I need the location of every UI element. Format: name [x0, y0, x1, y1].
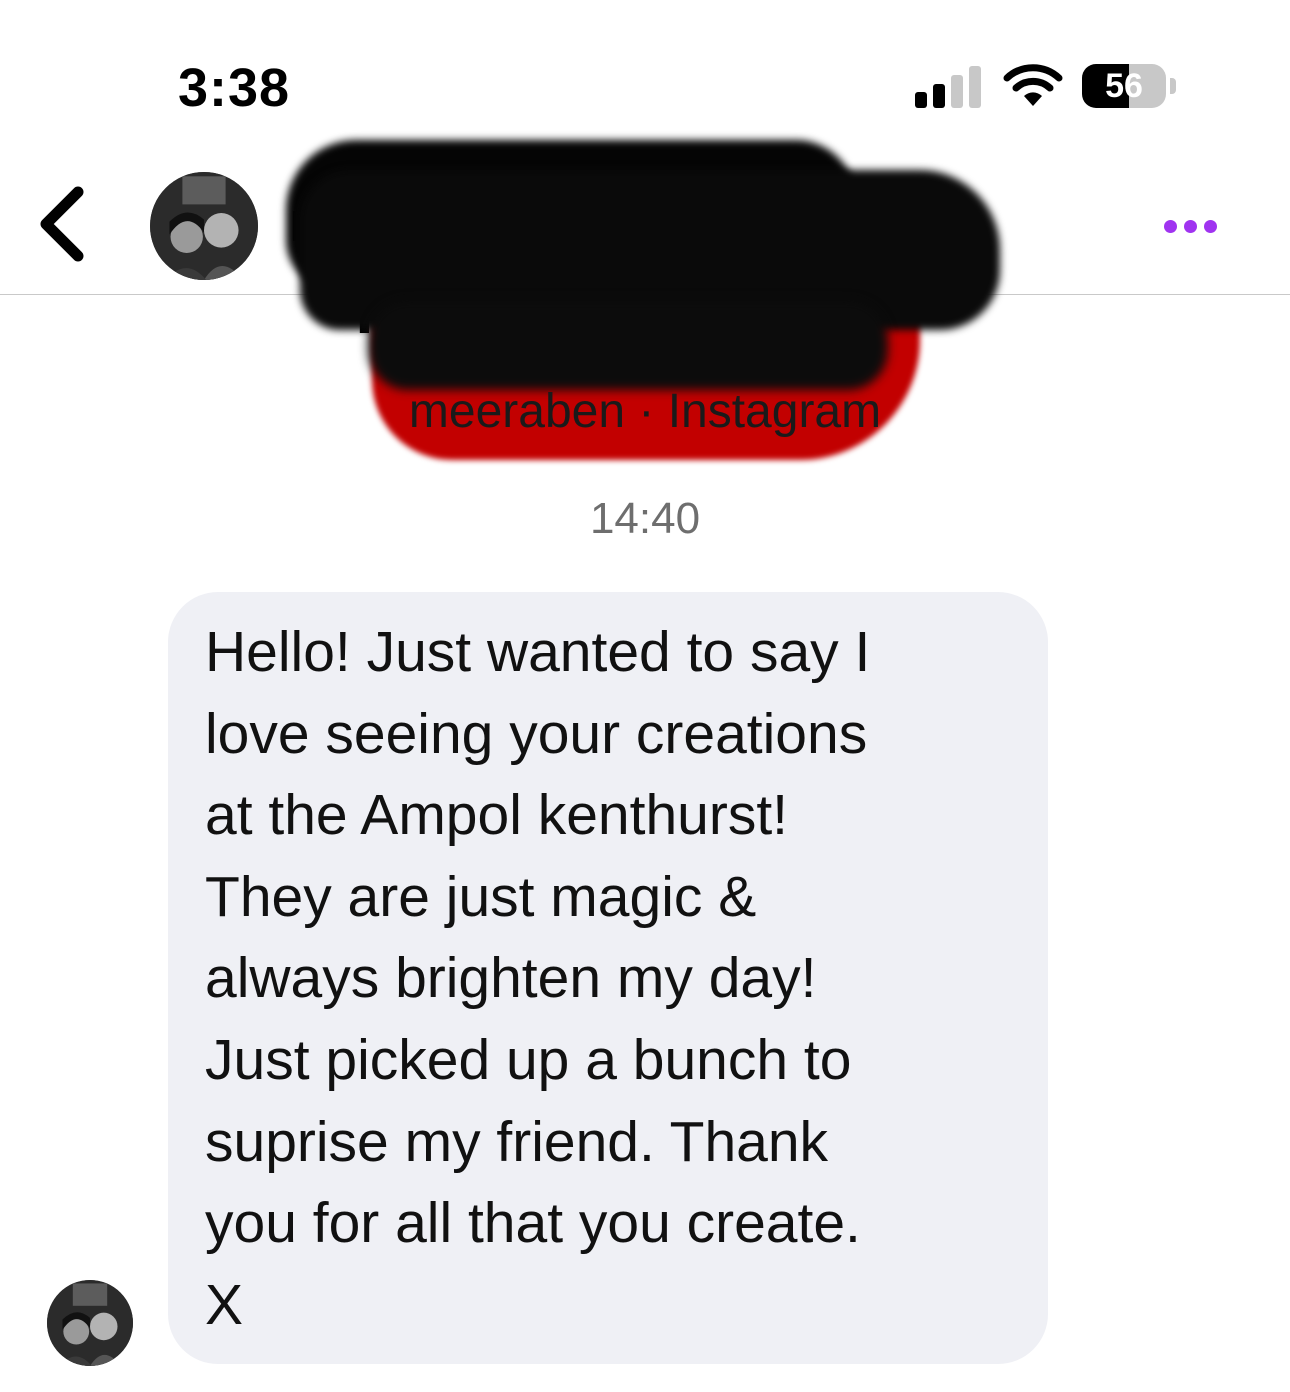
battery-icon: 56 [1082, 64, 1180, 110]
profile-subtitle[interactable]: meeraben · Instagram [0, 384, 1290, 439]
message-text: Hello! Just wanted to say I love seeing … [205, 620, 871, 1337]
message-timestamp: 14:40 [589, 494, 701, 543]
contact-avatar[interactable] [150, 172, 258, 280]
battery-cap [1170, 78, 1176, 94]
status-bar: 3:38 56 [0, 0, 1290, 150]
more-options-button[interactable] [1160, 212, 1220, 242]
chevron-left-icon [40, 186, 84, 262]
sender-avatar[interactable] [47, 1280, 133, 1366]
profile-name: Meera Mehta [355, 269, 792, 349]
status-time: 3:38 [178, 58, 291, 118]
signal-icon [915, 66, 983, 108]
avatar-photo [150, 172, 258, 280]
contact-name: Meera Mehta [290, 202, 557, 251]
wifi-icon [1002, 64, 1064, 108]
battery-level: 56 [1105, 67, 1143, 105]
incoming-message-bubble[interactable]: Hello! Just wanted to say I love seeing … [168, 592, 1048, 1364]
back-button[interactable] [30, 184, 100, 264]
avatar-photo [47, 1280, 133, 1366]
